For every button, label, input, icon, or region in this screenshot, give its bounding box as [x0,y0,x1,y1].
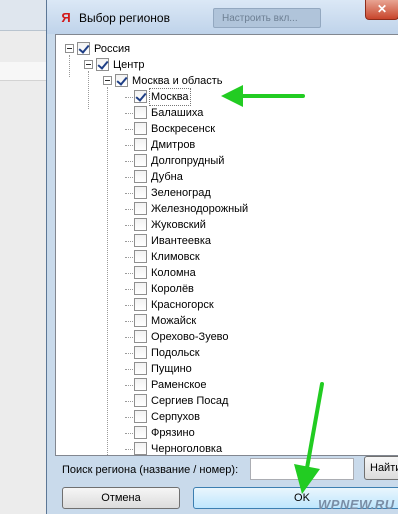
watermark-logo: WPNEW.RU [318,497,395,512]
tree-node-moscow-region-label[interactable]: Москва и область [131,73,224,89]
tree-node-city-label[interactable]: Ивантеевка [150,233,212,249]
tree-node-city-checkbox[interactable] [134,218,147,231]
tree-node-city-label[interactable]: Климовск [150,249,201,265]
close-icon: ✕ [376,2,388,16]
yandex-y-icon: Я [61,10,71,25]
tree-node-center-checkbox[interactable] [96,58,109,71]
region-selection-dialog: Я Выбор регионов Настроить вкл... ✕ Росс… [46,0,398,514]
tree-node-city-label[interactable]: Королёв [150,281,195,297]
tree-node-city-checkbox[interactable] [134,362,147,375]
tree-node-city-checkbox[interactable] [134,346,147,359]
tree-node-city-checkbox[interactable] [134,378,147,391]
search-label: Поиск региона (название / номер): [62,464,239,476]
close-button[interactable]: ✕ [365,0,398,20]
tree-node-center-expander[interactable] [84,60,93,69]
tree-node-city-label[interactable]: Балашиха [150,105,204,121]
tree-node-city-checkbox[interactable] [134,282,147,295]
tree-node-city-checkbox[interactable] [134,426,147,439]
tree-node-city-checkbox[interactable] [134,266,147,279]
dialog-title: Выбор регионов [79,11,170,25]
tree-node-city-label[interactable]: Коломна [150,265,197,281]
search-input[interactable] [250,458,354,480]
tree-node-city-checkbox[interactable] [134,90,147,103]
tree-node-city-checkbox[interactable] [134,442,147,455]
tree-node-city-label[interactable]: Москва [149,88,191,106]
tree-node-city-label[interactable]: Воскресенск [150,121,216,137]
tree-node-city-checkbox[interactable] [134,170,147,183]
tree-node-city-checkbox[interactable] [134,314,147,327]
tree-node-city-label[interactable]: Раменское [150,377,208,393]
tree-node-city-checkbox[interactable] [134,298,147,311]
tree-node-city-checkbox[interactable] [134,138,147,151]
tree-node-russia-expander[interactable] [65,44,74,53]
tree-node-russia-label[interactable]: Россия [93,41,131,57]
tree-node-city-checkbox[interactable] [134,250,147,263]
tree-node-city-label[interactable]: Дубна [150,169,184,185]
tree-node-city-checkbox[interactable] [134,106,147,119]
tree-guide-line [88,71,89,109]
tree-node-city-checkbox[interactable] [134,202,147,215]
tree-node-city-label[interactable]: Черноголовка [150,441,223,455]
background-window-tab: Настроить вкл... [213,8,321,28]
tree-node-russia-checkbox[interactable] [77,42,90,55]
tree-guide-line [107,87,108,455]
tree-node-city-label[interactable]: Фрязино [150,425,196,441]
tree-node-moscow-region-checkbox[interactable] [115,74,128,87]
tree-node-city-label[interactable]: Орехово-Зуево [150,329,230,345]
region-tree[interactable]: Россия Центр Москва и область Москва Балаших… [55,34,398,456]
tree-node-city-checkbox[interactable] [134,394,147,407]
find-button[interactable]: Найти [364,456,398,480]
tree-node-city-checkbox[interactable] [134,154,147,167]
tree-node-city-checkbox[interactable] [134,234,147,247]
tree-node-city-label[interactable]: Подольск [150,345,201,361]
tree-node-moscow-region-expander[interactable] [103,76,112,85]
tree-node-city-label[interactable]: Пущино [150,361,193,377]
tree-node-center-label[interactable]: Центр [112,57,146,73]
tree-node-city-label[interactable]: Дмитров [150,137,196,153]
tree-node-city-checkbox[interactable] [134,122,147,135]
tree-node-city-label[interactable]: Долгопрудный [150,153,225,169]
tree-node-city-checkbox[interactable] [134,410,147,423]
tree-node-city-label[interactable]: Жуковский [150,217,207,233]
tree-node-city-label[interactable]: Серпухов [150,409,201,425]
cancel-button[interactable]: Отмена [62,487,180,509]
tree-node-city-label[interactable]: Зеленоград [150,185,212,201]
tree-guide-line [69,55,70,77]
tree-node-city-checkbox[interactable] [134,330,147,343]
tree-node-city-label[interactable]: Сергиев Посад [150,393,229,409]
tree-node-city-label[interactable]: Железнодорожный [150,201,249,217]
tree-node-city-checkbox[interactable] [134,186,147,199]
tree-node-city-label[interactable]: Можайск [150,313,197,329]
title-bar: Я Выбор регионов Настроить вкл... ✕ [47,0,398,34]
tree-node-city-label[interactable]: Красногорск [150,297,215,313]
